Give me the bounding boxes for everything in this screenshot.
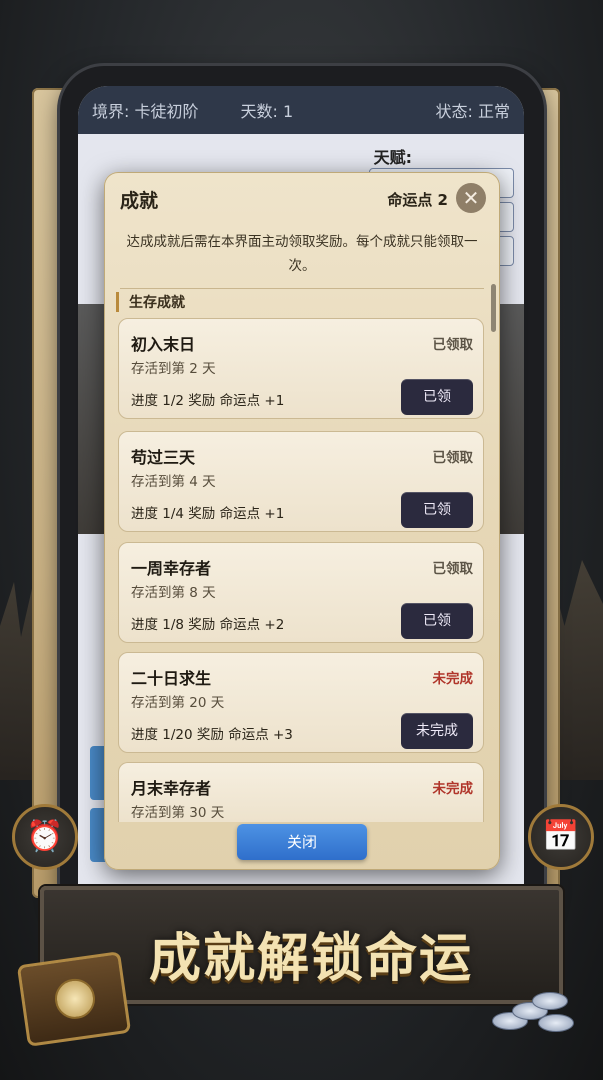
modal-title: 成就 [120, 190, 159, 212]
calendar-icon[interactable]: 📅 [528, 804, 594, 870]
compass-icon [52, 976, 98, 1022]
fate-points: 命运点 2 [387, 191, 448, 209]
achievement-desc: 存活到第 8 天 [131, 585, 216, 601]
achievement-state: 未完成 [432, 781, 474, 797]
claimed-button[interactable]: 已领 [401, 379, 473, 415]
modal-description: 达成成就后需在本界面主动领取奖励。每个成就只能领取一次。 [120, 230, 484, 289]
achievement-state: 已领取 [432, 337, 474, 353]
achievement-state: 已领取 [432, 561, 474, 577]
achievement-name: 初入末日 [131, 335, 196, 354]
talent-label: 天赋: [373, 148, 412, 167]
condition-status: 状态: 正常 [435, 102, 510, 121]
achievement-card: 月末幸存者 未完成 存活到第 30 天 [118, 762, 484, 822]
coins-icon [492, 982, 576, 1036]
achievement-name: 月末幸存者 [131, 779, 212, 798]
achievement-progress: 进度 1/20 奖励 命运点 +3 [131, 727, 293, 743]
alarm-clock-icon[interactable]: ⏰ [12, 804, 78, 870]
realm-status: 境界: 卡徒初阶 [92, 102, 199, 121]
achievement-progress: 进度 1/4 奖励 命运点 +1 [131, 506, 285, 522]
achievement-name: 苟过三天 [131, 448, 196, 467]
banner-headline: 成就解锁命运 [148, 928, 473, 989]
section-title: 生存成就 [116, 292, 185, 312]
close-icon[interactable]: ✕ [456, 183, 486, 213]
treasure-chest-icon [16, 951, 132, 1047]
achievement-progress: 进度 1/2 奖励 命运点 +1 [131, 393, 285, 409]
achievement-state: 未完成 [432, 671, 474, 687]
days-status: 天数: 1 [240, 102, 294, 121]
claimed-button[interactable]: 已领 [401, 492, 473, 528]
close-button[interactable]: 关闭 [237, 824, 367, 860]
achievement-name: 一周幸存者 [131, 559, 212, 578]
achievement-desc: 存活到第 30 天 [131, 805, 225, 821]
scrollbar[interactable] [491, 284, 496, 332]
claimed-button[interactable]: 已领 [401, 603, 473, 639]
achievement-desc: 存活到第 20 天 [131, 695, 225, 711]
achievement-card: 二十日求生 未完成 存活到第 20 天 进度 1/20 奖励 命运点 +3 未完… [118, 652, 484, 753]
achievement-desc: 存活到第 2 天 [131, 361, 216, 377]
achievement-card: 苟过三天 已领取 存活到第 4 天 进度 1/4 奖励 命运点 +1 已领 [118, 431, 484, 532]
achievement-desc: 存活到第 4 天 [131, 474, 216, 490]
achievement-state: 已领取 [432, 450, 474, 466]
achievement-name: 二十日求生 [131, 669, 212, 688]
achievement-progress: 进度 1/8 奖励 命运点 +2 [131, 617, 285, 633]
achievement-card: 初入末日 已领取 存活到第 2 天 进度 1/2 奖励 命运点 +1 已领 [118, 318, 484, 419]
status-bar: 境界: 卡徒初阶 天数: 1 状态: 正常 [78, 86, 524, 134]
incomplete-button[interactable]: 未完成 [401, 713, 473, 749]
achievements-modal: 成就 命运点 2 ✕ 达成成就后需在本界面主动领取奖励。每个成就只能领取一次。 … [104, 172, 500, 870]
achievement-card: 一周幸存者 已领取 存活到第 8 天 进度 1/8 奖励 命运点 +2 已领 [118, 542, 484, 643]
